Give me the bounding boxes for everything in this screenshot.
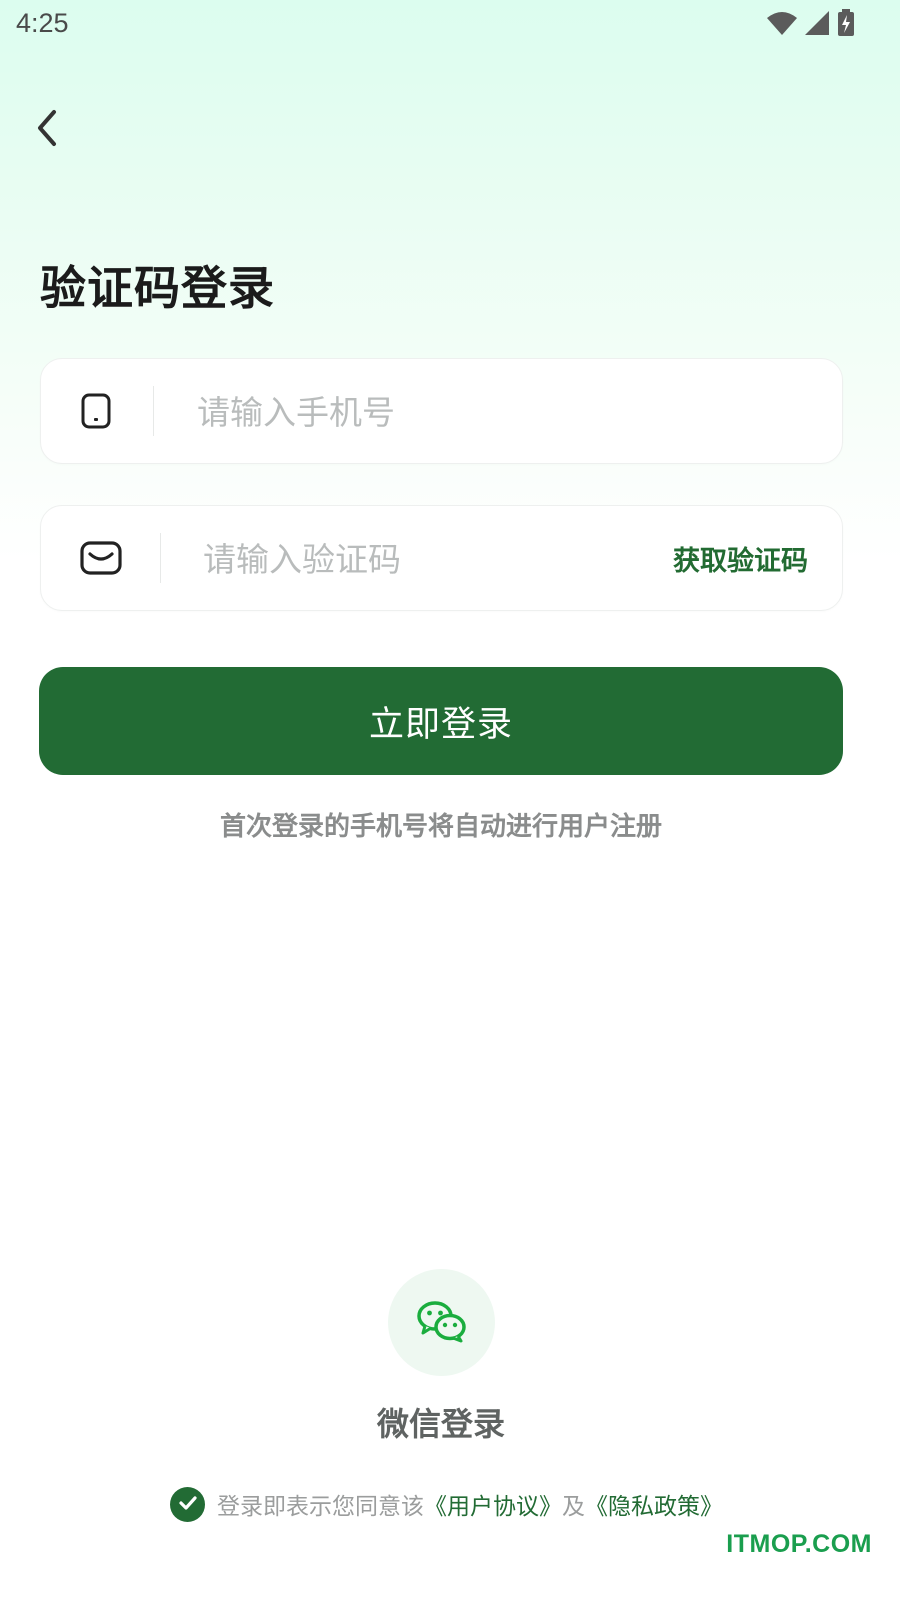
phone-input[interactable] <box>195 359 799 465</box>
watermark: ITMOP.COM <box>726 1530 872 1558</box>
back-button[interactable] <box>22 105 72 155</box>
wechat-login-button[interactable] <box>388 1269 495 1376</box>
status-time: 4:25 <box>16 8 69 38</box>
login-button[interactable]: 立即登录 <box>39 667 843 775</box>
message-icon <box>79 506 123 610</box>
agreement-conjunction: 及 <box>562 1494 585 1520</box>
chevron-left-icon <box>34 108 60 152</box>
wechat-login-label: 微信登录 <box>376 1405 505 1443</box>
get-code-button[interactable]: 获取验证码 <box>673 506 808 610</box>
agreement-row: 登录即表示您同意该 《用户协议》 及 《隐私政策》 <box>170 1486 723 1522</box>
wifi-icon <box>766 10 798 40</box>
agreement-text: 登录即表示您同意该 <box>217 1494 424 1520</box>
signal-icon <box>804 10 830 40</box>
user-agreement-link[interactable]: 《用户协议》 <box>424 1487 562 1521</box>
field-divider <box>160 533 161 583</box>
page-title: 验证码登录 <box>40 261 275 315</box>
code-field: 获取验证码 <box>40 505 843 612</box>
agree-checkbox[interactable] <box>170 1486 205 1522</box>
check-icon <box>178 1491 198 1517</box>
phone-field <box>40 358 843 465</box>
wechat-icon <box>416 1299 468 1347</box>
phone-icon <box>79 359 113 463</box>
field-divider <box>153 386 154 436</box>
status-bar: 4:25 <box>0 0 900 50</box>
battery-charging-icon <box>836 9 856 41</box>
auto-register-note: 首次登录的手机号将自动进行用户注册 <box>219 812 662 842</box>
status-icons <box>766 9 856 41</box>
code-input[interactable] <box>201 506 625 612</box>
privacy-policy-link[interactable]: 《隐私政策》 <box>585 1487 723 1521</box>
